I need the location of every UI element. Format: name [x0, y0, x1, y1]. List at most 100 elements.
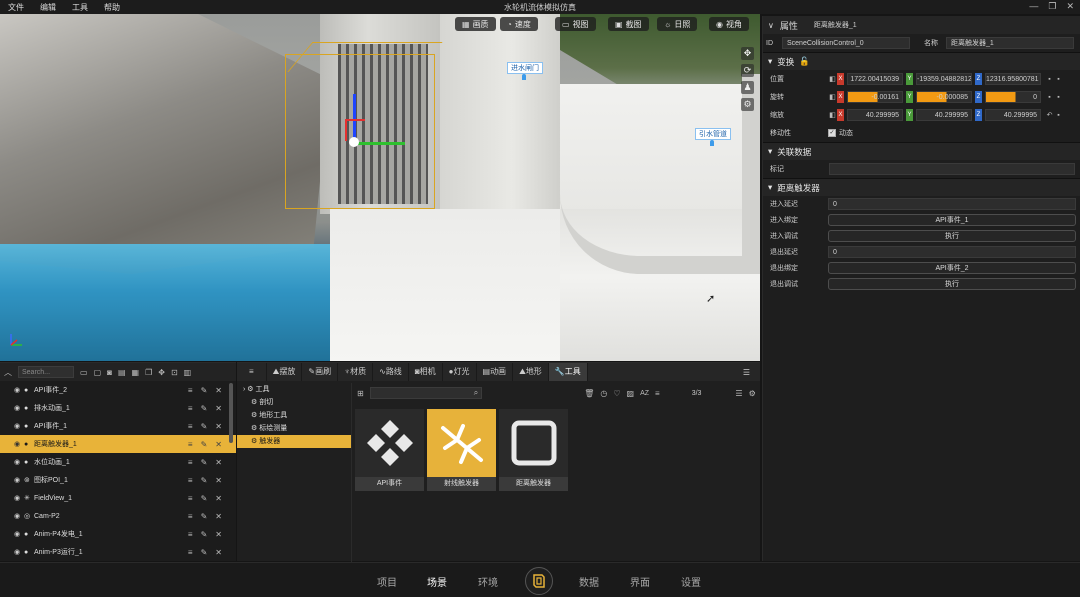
tab-terrain[interactable]: ⛰地形 [513, 363, 549, 381]
nav-scene[interactable]: 场景 [427, 574, 447, 589]
toolbar-speed-button[interactable]: ◔ 速度 [500, 17, 538, 31]
edit-pencil-icon[interactable]: ✎ [201, 548, 208, 557]
maximize-icon[interactable]: ❐ [1048, 1, 1056, 12]
visibility-eye-icon[interactable]: ◉ [14, 548, 24, 556]
trash-icon[interactable]: 🗑 [584, 389, 594, 398]
align-icon[interactable]: ≡ [188, 422, 193, 431]
exit-debug-execute-button[interactable]: 执行 [828, 278, 1076, 290]
reset-icon[interactable]: ◧ [828, 111, 837, 120]
toolbar-view-button[interactable]: ▭ 视图 [555, 17, 596, 31]
move-icon[interactable]: ✥ [158, 368, 165, 377]
position-z-field[interactable]: 12316.95800781 [985, 73, 1041, 85]
exit-bind-select[interactable]: API事件_2 [828, 262, 1076, 274]
tab-route[interactable]: ∿路线 [373, 363, 409, 381]
tree-toggle-icon[interactable]: ⊞ [357, 389, 364, 398]
new-folder-icon[interactable]: ▢ [94, 368, 102, 377]
nav-project[interactable]: 项目 [377, 574, 397, 589]
visibility-eye-icon[interactable]: ◉ [14, 440, 24, 448]
tab-brush[interactable]: ✎画刷 [302, 363, 339, 381]
enter-delay-field[interactable]: 0 [828, 198, 1076, 210]
enter-bind-select[interactable]: API事件_1 [828, 214, 1076, 226]
delete-icon[interactable]: ✕ [215, 548, 222, 557]
poi-tag-intake-gate[interactable]: 进水闸门 [507, 62, 543, 74]
asset-api-event[interactable]: API事件 [355, 409, 424, 491]
outliner-item[interactable]: ◉ ✳ FieldView_1 ≡ ✎ ✕ [0, 489, 236, 507]
reset-icon[interactable]: ◧ [828, 75, 837, 84]
visibility-eye-icon[interactable]: ◉ [14, 422, 24, 430]
delete-icon[interactable]: ✕ [215, 422, 222, 431]
visibility-eye-icon[interactable]: ◉ [14, 386, 24, 394]
copy-icon[interactable]: ▪ [1045, 93, 1054, 102]
edit-pencil-icon[interactable]: ✎ [201, 476, 208, 485]
toolbar-screenshot-button[interactable]: ▣ 截图 [608, 17, 649, 31]
gizmo-y-axis[interactable] [355, 142, 405, 145]
edit-pencil-icon[interactable]: ✎ [201, 404, 208, 413]
tab-place[interactable]: ⛰摆放 [267, 363, 303, 381]
camera-icon[interactable]: ◙ [107, 368, 112, 377]
delete-icon[interactable]: ✕ [215, 440, 222, 449]
asset-ray-trigger[interactable]: 射线触发器 [427, 409, 496, 491]
outliner-item[interactable]: ◉ ● API事件_2 ≡ ✎ ✕ [0, 381, 236, 399]
section-distance-trigger[interactable]: ▾ 距离触发器 [763, 178, 1080, 196]
id-field[interactable]: SceneCollisionControl_0 [782, 37, 910, 49]
nav-data[interactable]: 数据 [579, 574, 599, 589]
delete-icon[interactable]: ✕ [215, 476, 222, 485]
tab-material[interactable]: ♆材质 [338, 363, 374, 381]
menu-tools[interactable]: 工具 [64, 2, 96, 13]
tree-item-tools[interactable]: › ⚙ 工具 [237, 383, 351, 396]
undo-icon[interactable]: ↶ [1045, 111, 1054, 120]
edit-pencil-icon[interactable]: ✎ [201, 512, 208, 521]
panel-menu-icon[interactable]: ≡ [237, 363, 267, 381]
toolbar-perspective-button[interactable]: ◉ 视角 [709, 17, 749, 31]
scale-x-field[interactable]: 40.299995 [847, 109, 903, 121]
align-icon[interactable]: ≡ [188, 512, 193, 521]
copy-icon[interactable]: ❐ [145, 368, 152, 377]
paste-icon[interactable]: ▪ [1054, 111, 1063, 120]
section-transform[interactable]: ▾ 变换 🔓 [763, 52, 1080, 70]
tab-light[interactable]: ●灯光 [443, 363, 477, 381]
image-icon[interactable]: ▨ [627, 389, 635, 398]
tree-item-section[interactable]: ⚙ 剖切 [237, 396, 351, 409]
asset-search-input[interactable] [369, 387, 482, 399]
align-icon[interactable]: ≡ [188, 476, 193, 485]
focus-icon[interactable]: ⊡ [171, 368, 178, 377]
tree-item-trigger[interactable]: ⚙ 触发器 [237, 435, 351, 448]
list-menu-icon[interactable]: ☰ [743, 368, 750, 377]
menu-help[interactable]: 帮助 [96, 2, 128, 13]
tree-item-measure[interactable]: ⚙ 标绘测量 [237, 422, 351, 435]
outliner-item[interactable]: ◉ ● 排水动画_1 ≡ ✎ ✕ [0, 399, 236, 417]
edit-pencil-icon[interactable]: ✎ [201, 440, 208, 449]
nav-interface[interactable]: 界面 [630, 574, 650, 589]
reset-icon[interactable]: ◧ [828, 93, 837, 102]
close-icon[interactable]: ✕ [1066, 1, 1074, 12]
delete-icon[interactable]: ✕ [215, 458, 222, 467]
edit-pencil-icon[interactable]: ✎ [201, 386, 208, 395]
outliner-item[interactable]: ◉ ⊚ 图标POI_1 ≡ ✎ ✕ [0, 471, 236, 489]
visibility-eye-icon[interactable]: ◉ [14, 494, 24, 502]
menu-edit[interactable]: 编辑 [32, 2, 64, 13]
outliner-item[interactable]: ◉ ● 水位动画_1 ≡ ✎ ✕ [0, 453, 236, 471]
mobility-checkbox[interactable]: ✓ [828, 129, 836, 137]
history-icon[interactable]: ◷ [600, 389, 607, 398]
align-icon[interactable]: ≡ [188, 404, 193, 413]
visibility-eye-icon[interactable]: ◉ [14, 404, 24, 412]
scale-z-field[interactable]: 40.299995 [985, 109, 1041, 121]
align-icon[interactable]: ≡ [188, 440, 193, 449]
tab-tools[interactable]: 🔧工具 [548, 363, 588, 381]
position-y-field[interactable]: -19359.04882812 [916, 73, 972, 85]
visibility-eye-icon[interactable]: ◉ [14, 458, 24, 466]
scale-y-field[interactable]: 40.299995 [916, 109, 972, 121]
person-icon[interactable]: ♟ [741, 81, 754, 94]
settings-icon[interactable]: ⚙ [749, 389, 756, 398]
list-view-icon[interactable]: ☰ [735, 389, 742, 398]
toolbar-sunlight-button[interactable]: ☼ 日照 [657, 17, 698, 31]
exit-delay-field[interactable]: 0 [828, 246, 1076, 258]
outliner-item-selected[interactable]: ◉ ● 距离触发器_1 ≡ ✎ ✕ [0, 435, 236, 453]
sort-az-icon[interactable]: AZ [640, 390, 649, 397]
move-icon[interactable]: ✥ [741, 47, 754, 60]
delete-icon[interactable]: ✕ [215, 512, 222, 521]
tab-animation[interactable]: ▤动画 [477, 363, 514, 381]
sort-icon[interactable]: ≡ [655, 389, 660, 398]
delete-icon[interactable]: ✕ [215, 386, 222, 395]
lock-icon[interactable]: 🔓 [799, 56, 810, 67]
